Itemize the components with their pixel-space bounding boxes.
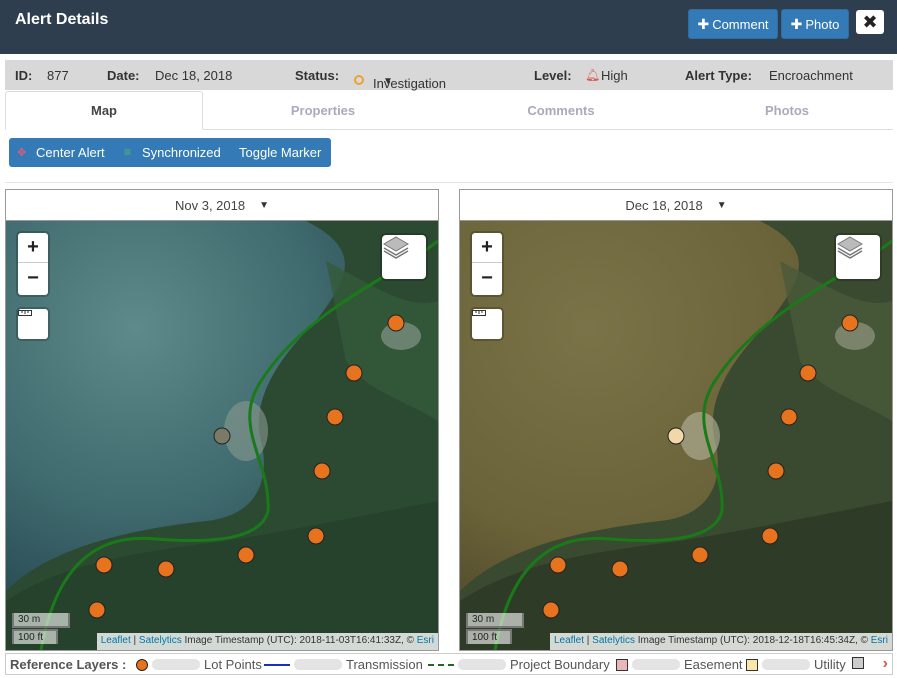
synchronized-toggle[interactable]: Synchronized (142, 145, 221, 160)
date-label: Date: (107, 68, 140, 83)
zoom-out-button[interactable]: − (18, 263, 48, 293)
leaflet-link[interactable]: Leaflet (101, 635, 131, 646)
chevron-down-icon: ▼ (716, 199, 727, 211)
legend-label: Lot Points (204, 657, 262, 672)
level-label: Level: (534, 68, 572, 83)
alert-type-value: Encroachment (769, 68, 853, 83)
legend-label: Transmission (346, 657, 423, 672)
legend-label: Utility (814, 657, 846, 672)
map-toolbar: ✥ Center Alert ≡ Synchronized Toggle Mar… (9, 138, 331, 167)
reference-layers-title: Reference Layers : (10, 657, 127, 672)
zoom-control: + − (472, 233, 502, 295)
dialog-title: Alert Details (15, 11, 109, 28)
redacted-name (762, 659, 810, 670)
toggle-marker-button[interactable]: Toggle Marker (239, 145, 321, 160)
satellite-map-after[interactable]: + − 30 m 100 ft Leaflet | Satelytics Ima… (460, 221, 892, 650)
tab-map[interactable]: Map (5, 91, 203, 130)
scale-bar-meters: 30 m (466, 613, 524, 628)
level-value: High (601, 68, 628, 83)
redacted-name (458, 659, 506, 670)
image-timestamp: Image Timestamp (UTC): 2018-12-18T16:45:… (637, 635, 868, 646)
plus-icon: ✚ (697, 15, 710, 32)
date-value: Dec 18, 2018 (155, 68, 233, 83)
lot-point-symbol-icon (136, 658, 148, 671)
plus-icon: ✚ (790, 15, 803, 32)
close-icon: ✖ (862, 11, 878, 32)
esri-link[interactable]: Esri (871, 635, 888, 646)
esri-link[interactable]: Esri (417, 635, 434, 646)
alert-type-label: Alert Type: (685, 68, 752, 83)
other-square-icon (852, 657, 864, 669)
legend-item-easement[interactable]: Easement (616, 657, 743, 672)
map-attribution: Leaflet | Satelytics Image Timestamp (UT… (96, 633, 438, 650)
header: Alert Details ✚ Comment ✚ Photo ✖ (0, 0, 897, 54)
legend-label: Project Boundary (510, 657, 610, 672)
image-date-select-before[interactable]: Nov 3, 2018 ▼ (6, 190, 438, 221)
add-comment-label: Comment (712, 16, 769, 32)
zoom-out-button[interactable]: − (472, 263, 502, 293)
divider (5, 182, 893, 183)
tab-photos[interactable]: Photos (701, 91, 873, 130)
sync-icon: ≡ (124, 145, 132, 159)
satelytics-link[interactable]: Satelytics (592, 635, 635, 646)
layers-icon[interactable] (382, 235, 426, 279)
easement-square-icon (616, 658, 628, 671)
chevron-right-icon[interactable]: › (883, 655, 888, 673)
legend-label: Easement (684, 657, 743, 672)
add-photo-button[interactable]: ✚ Photo (781, 9, 849, 39)
status-label: Status: (295, 68, 340, 83)
reference-layers-legend: Reference Layers : Lot Points Transmissi… (5, 653, 893, 675)
scale-bar-feet: 100 ft (12, 629, 58, 644)
chevron-down-icon: ▼ (383, 76, 393, 87)
scale-bar-feet: 100 ft (466, 629, 512, 644)
tab-bar: Map Properties Comments Photos (5, 91, 893, 130)
layers-icon[interactable] (836, 235, 880, 279)
ruler-icon[interactable] (472, 309, 502, 339)
map-attribution: Leaflet | Satelytics Image Timestamp (UT… (549, 633, 892, 650)
image-date: Dec 18, 2018 (625, 197, 703, 213)
zoom-in-button[interactable]: + (18, 233, 48, 263)
zoom-in-button[interactable]: + (472, 233, 502, 263)
redacted-name (294, 659, 342, 670)
add-photo-label: Photo (805, 16, 840, 32)
satellite-imagery (6, 221, 438, 650)
satellite-imagery (460, 221, 892, 650)
image-date: Nov 3, 2018 (174, 197, 246, 213)
boundary-dash-symbol-icon (428, 663, 454, 666)
satellite-map-before[interactable]: + − 30 m 100 ft Leaflet | Satelytics Ima… (6, 221, 438, 650)
zoom-control: + − (18, 233, 48, 295)
id-label: ID: (15, 68, 33, 83)
tab-properties[interactable]: Properties (237, 91, 409, 130)
close-button[interactable]: ✖ (856, 10, 884, 34)
center-alert-button[interactable]: Center Alert (36, 145, 105, 160)
redacted-name (152, 659, 200, 670)
transmission-line-symbol-icon (264, 663, 290, 666)
legend-item-transmission[interactable]: Transmission (264, 657, 423, 672)
tab-comments[interactable]: Comments (475, 91, 647, 130)
legend-item-utility[interactable]: Utility (746, 657, 846, 672)
redacted-name (632, 659, 680, 670)
utility-square-icon (746, 658, 758, 671)
legend-item-project-boundary[interactable]: Project Boundary (428, 657, 610, 672)
image-date-select-after[interactable]: Dec 18, 2018 ▼ (460, 190, 892, 221)
add-comment-button[interactable]: ✚ Comment (688, 9, 778, 39)
map-panel-after: Dec 18, 2018 ▼ + − 30 m 100 ft Leaflet |… (459, 189, 893, 651)
image-timestamp: Image Timestamp (UTC): 2018-11-03T16:41:… (184, 635, 414, 646)
id-value: 877 (47, 68, 69, 83)
legend-item-lot-points[interactable]: Lot Points (136, 657, 262, 672)
scale-bar-meters: 30 m (12, 613, 70, 628)
chevron-down-icon: ▼ (259, 199, 269, 211)
map-panel-before: Nov 3, 2018 ▼ + − 30 m 100 ft Leaflet | … (5, 189, 439, 651)
ruler-icon[interactable] (18, 309, 48, 339)
satelytics-link[interactable]: Satelytics (139, 635, 182, 646)
leaflet-link[interactable]: Leaflet (554, 635, 584, 646)
crosshair-icon: ✥ (17, 147, 27, 159)
alert-info-bar: ID: 877 Date: Dec 18, 2018 Status: Inves… (5, 60, 893, 91)
bell-icon: 🔔︎ (585, 68, 601, 82)
legend-item-other[interactable] (852, 657, 864, 669)
